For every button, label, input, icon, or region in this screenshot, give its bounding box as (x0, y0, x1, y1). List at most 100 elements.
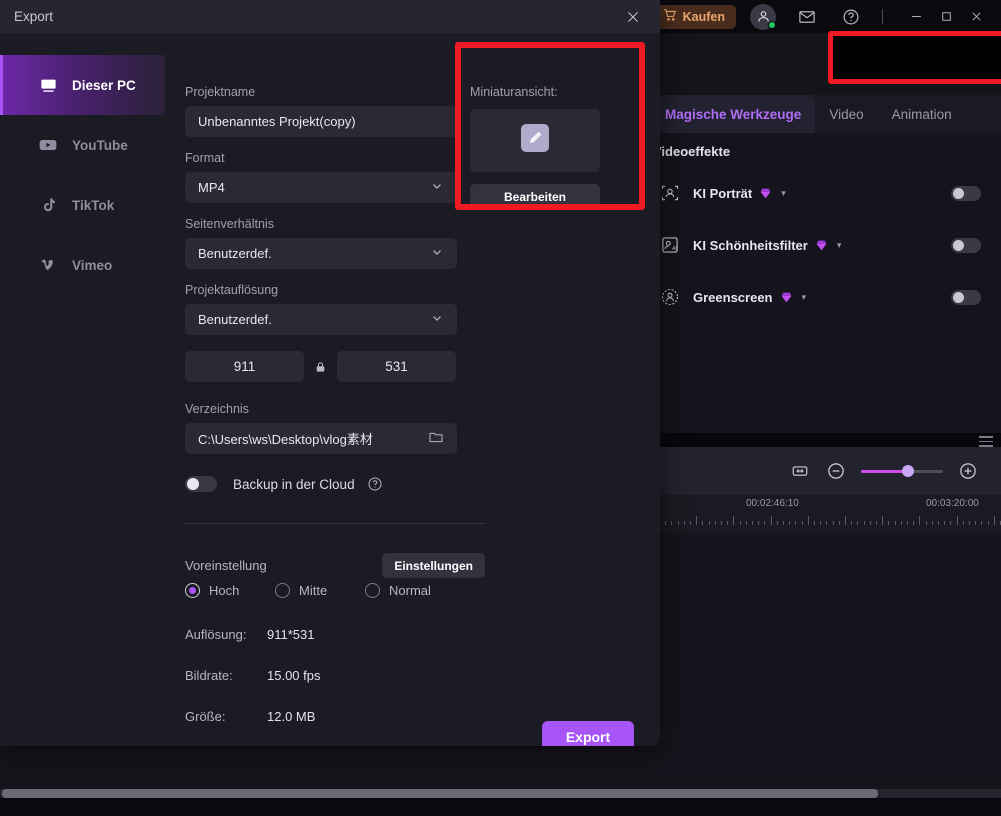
dialog-export-button[interactable]: Export (542, 721, 634, 746)
close-icon[interactable] (624, 8, 642, 26)
ai-portrait-icon (659, 182, 681, 204)
settings-button[interactable]: Einstellungen (382, 553, 485, 578)
sidebar-item-label: YouTube (72, 137, 128, 153)
radio-indicator (275, 583, 290, 598)
radio-mitte[interactable]: Mitte (275, 583, 365, 598)
effect-toggle[interactable] (951, 237, 981, 253)
ruler-tick (913, 521, 915, 525)
info-key: Größe: (185, 709, 226, 724)
ruler-tick (956, 516, 958, 525)
directory-value: C:\Users\ws\Desktop\vlog素材 (198, 432, 373, 447)
ruler-tick (981, 521, 983, 525)
dialog-title: Export (14, 9, 54, 24)
window-close-button[interactable] (961, 4, 991, 30)
sidebar-item-vimeo[interactable]: Vimeo (0, 235, 165, 295)
chevron-down-icon[interactable]: ▾ (781, 188, 786, 199)
info-row-size: Größe: 12.0 MB (185, 709, 315, 724)
ruler-tick (950, 521, 952, 525)
height-input[interactable]: 531 (337, 351, 456, 382)
ruler-tick (665, 521, 667, 525)
ruler-tick (907, 521, 908, 525)
project-name-input[interactable]: Unbenanntes Projekt(copy) (185, 106, 457, 137)
ruler-tick (758, 521, 760, 525)
chevron-down-icon (430, 245, 444, 262)
horizontal-scrollbar-thumb[interactable] (2, 789, 878, 798)
ruler-tick (863, 521, 865, 525)
lock-icon[interactable] (304, 360, 337, 374)
ruler-tick (987, 521, 989, 525)
sidebar-item-dieser-pc[interactable]: Dieser PC (0, 55, 165, 115)
effect-toggle[interactable] (951, 185, 981, 201)
cloud-backup-toggle[interactable] (185, 476, 217, 492)
tab-magische-werkzeuge[interactable]: Magische Werkzeuge (651, 95, 816, 133)
width-value: 911 (233, 359, 256, 374)
cloud-backup-label: Backup in der Cloud (233, 476, 355, 492)
radio-hoch[interactable]: Hoch (185, 583, 275, 598)
export-main-button[interactable]: Export (842, 41, 990, 74)
sidebar-item-tiktok[interactable]: TikTok (0, 175, 165, 235)
zoom-in-icon[interactable] (957, 460, 979, 482)
tiktok-icon (37, 194, 59, 216)
horizontal-scrollbar-track[interactable] (0, 789, 1001, 798)
info-value: 911*531 (267, 627, 315, 642)
timeline-ruler[interactable]: 00:02:46:10 00:03:20:00 (651, 495, 1001, 533)
ruler-tick (820, 521, 822, 525)
dialog-body: Dieser PC YouTube TikTok Vimeo Projektna… (0, 33, 660, 746)
zoom-out-icon[interactable] (825, 460, 847, 482)
ruler-tick (938, 521, 939, 525)
dialog-titlebar: Export (0, 0, 660, 33)
timeline-zoom-slider[interactable] (861, 465, 943, 477)
cloud-backup-row: Backup in der Cloud (185, 476, 460, 492)
ruler-tick (727, 521, 729, 525)
aspect-ratio-select[interactable]: Benutzerdef. (185, 238, 457, 269)
project-resolution-value: Benutzerdef. (198, 312, 272, 327)
tab-video[interactable]: Video (815, 95, 877, 133)
radio-normal[interactable]: Normal (365, 583, 431, 598)
buy-button[interactable]: Kaufen (651, 4, 736, 29)
greenscreen-icon (659, 286, 681, 308)
folder-icon[interactable] (428, 429, 444, 448)
thumbnail-preview[interactable] (470, 109, 600, 172)
thumbnail-edit-button[interactable]: Bearbeiten (470, 184, 600, 209)
right-panel-tabs: Magische Werkzeuge Video Animation (651, 95, 1001, 133)
height-value: 531 (385, 359, 408, 374)
preset-radio-group: Hoch Mitte Normal (185, 583, 431, 598)
window-maximize-button[interactable] (931, 4, 961, 30)
info-row-resolution: Auflösung: 911*531 (185, 627, 314, 642)
mail-icon[interactable] (794, 4, 820, 30)
help-icon[interactable] (838, 4, 864, 30)
ruler-tick (882, 516, 884, 525)
ruler-tick (876, 521, 877, 525)
ruler-tick (838, 521, 840, 525)
question-mark-icon[interactable] (367, 476, 383, 492)
chevron-down-icon[interactable]: ▾ (837, 240, 842, 251)
project-resolution-select[interactable]: Benutzerdef. (185, 304, 457, 335)
effect-row-ki-portrait[interactable]: KI Porträt ▾ (651, 167, 1001, 219)
sidebar-item-youtube[interactable]: YouTube (0, 115, 165, 175)
zoom-slider-fill (861, 469, 908, 473)
fit-to-width-icon[interactable] (789, 460, 811, 482)
ruler-tick (851, 521, 853, 525)
width-input[interactable]: 911 (185, 351, 304, 382)
format-select[interactable]: MP4 (185, 172, 457, 203)
chevron-down-icon[interactable]: ▾ (802, 292, 807, 303)
effect-row-ki-beauty-filter[interactable]: AI KI Schönheitsfilter ▾ (651, 219, 1001, 271)
account-avatar[interactable] (750, 3, 776, 30)
premium-gem-icon (759, 187, 772, 200)
ruler-tick (845, 516, 846, 525)
timeline-toolbar (651, 447, 1001, 495)
effect-row-greenscreen[interactable]: Greenscreen ▾ (651, 271, 1001, 323)
window-minimize-button[interactable] (901, 4, 931, 30)
sidebar-item-label: Dieser PC (72, 77, 136, 93)
radio-label: Hoch (209, 583, 240, 598)
directory-input[interactable]: C:\Users\ws\Desktop\vlog素材 (185, 423, 457, 454)
buy-button-label: Kaufen (682, 9, 725, 24)
ruler-tick (807, 516, 809, 525)
effect-toggle[interactable] (951, 289, 981, 305)
ruler-label: 00:03:20:00 (926, 498, 979, 509)
timeline-tracks-area[interactable] (651, 533, 1001, 778)
export-main-button-label: Export (905, 49, 951, 66)
project-resolution-label: Projektauflösung (185, 283, 279, 297)
tab-animation[interactable]: Animation (878, 95, 966, 133)
zoom-slider-handle[interactable] (902, 465, 914, 477)
